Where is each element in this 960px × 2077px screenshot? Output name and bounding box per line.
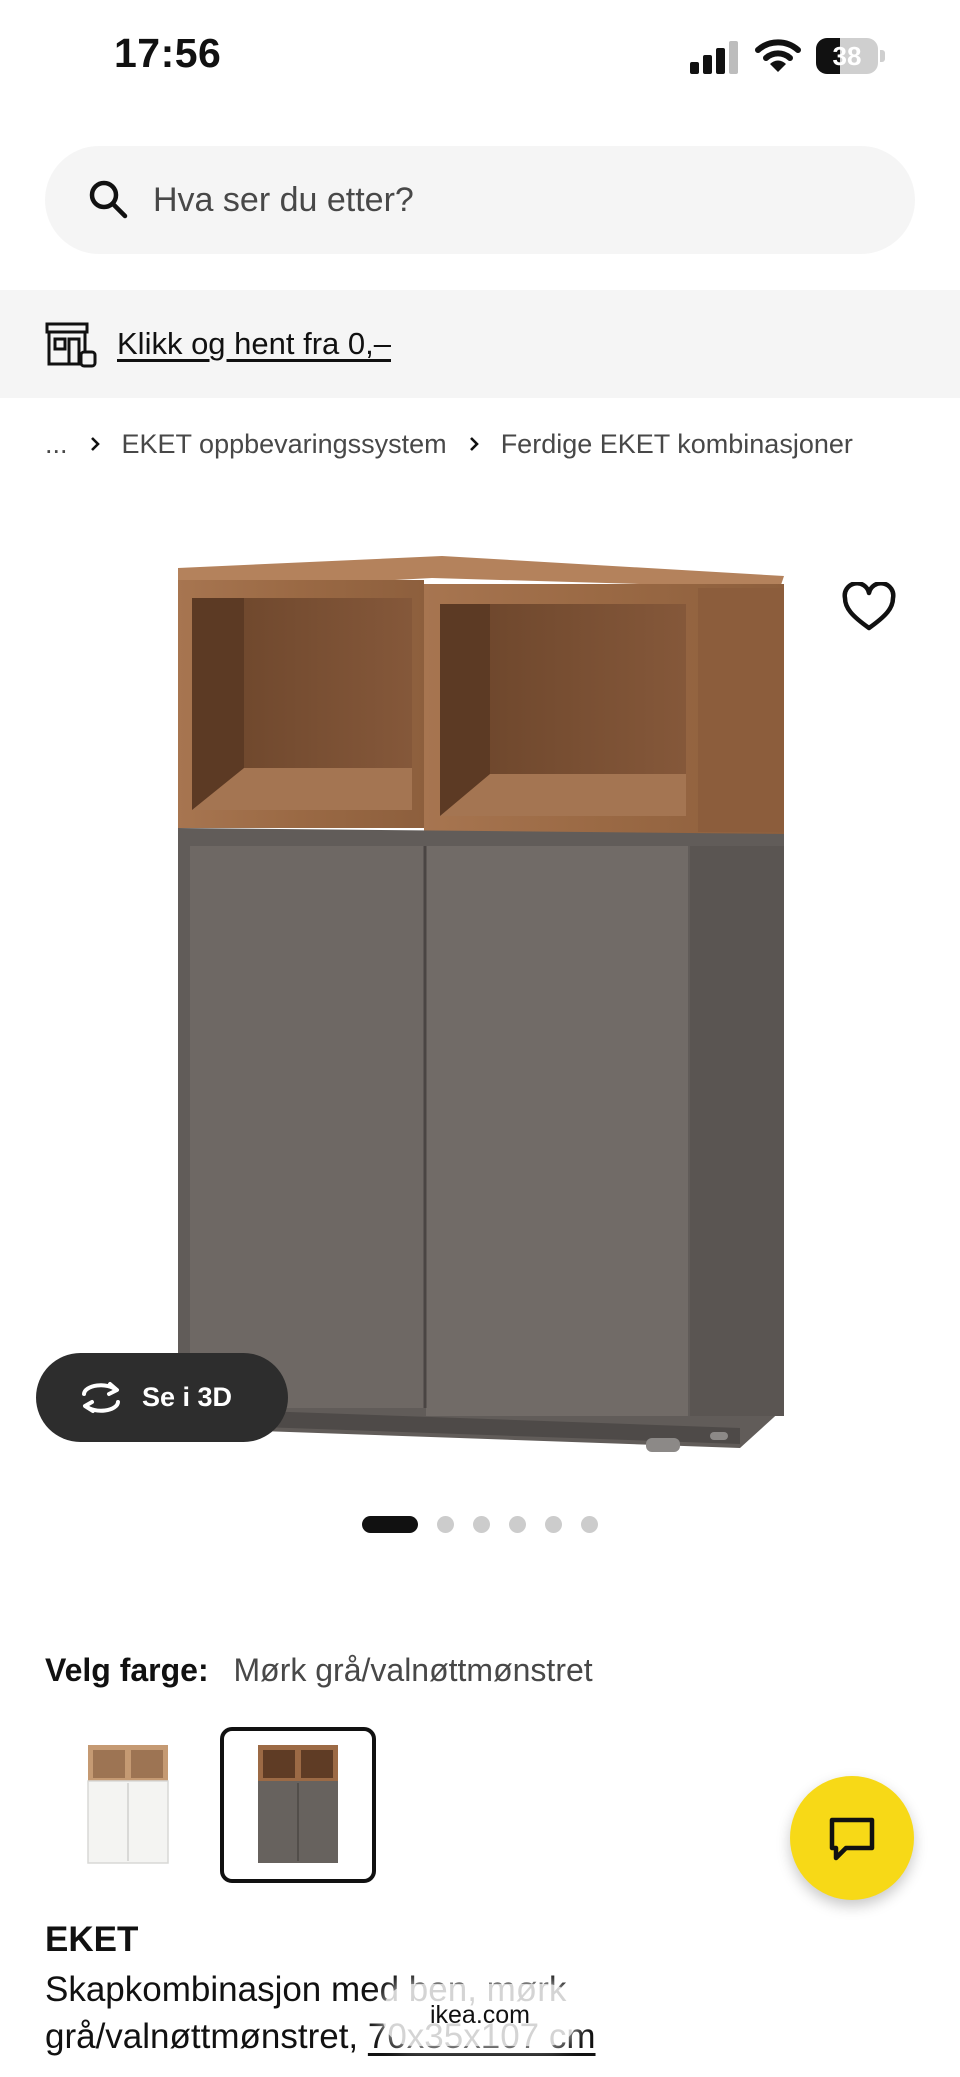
breadcrumb-eket-combinations[interactable]: Ferdige EKET kombinasjoner xyxy=(501,429,853,460)
carousel-dot[interactable] xyxy=(473,1515,490,1533)
search-input[interactable] xyxy=(153,146,873,254)
wifi-icon xyxy=(755,39,801,72)
heart-icon[interactable] xyxy=(840,582,898,634)
status-bar: 17:56 38 xyxy=(0,0,960,116)
search-icon xyxy=(89,180,128,219)
product-gallery[interactable] xyxy=(0,500,960,1490)
carousel-dot[interactable] xyxy=(509,1515,526,1533)
battery-icon: 38 xyxy=(816,38,886,74)
click-collect-link[interactable]: Klikk og hent fra 0,– xyxy=(117,290,391,398)
view-3d-label: Se i 3D xyxy=(142,1382,233,1412)
search-bar[interactable] xyxy=(45,146,915,254)
breadcrumb-eket-system[interactable]: EKET oppbevaringssystem xyxy=(122,429,447,460)
product-description-line2: grå/valnøttmønstret, xyxy=(45,2017,368,2056)
carousel-dot-active[interactable] xyxy=(362,1515,418,1533)
carousel-indicator xyxy=(362,1514,617,1534)
breadcrumb-ellipsis[interactable]: ... xyxy=(45,429,68,460)
swatch-thumbnail xyxy=(258,1745,338,1863)
carousel-dot[interactable] xyxy=(437,1515,454,1533)
chevron-right-icon xyxy=(469,437,479,451)
color-value: Mørk grå/valnøttmønstret xyxy=(233,1652,593,1688)
rotate-3d-icon xyxy=(82,1382,120,1413)
product-page: 17:56 38 Hva ser du etter? Klikk og hent… xyxy=(0,0,960,2077)
color-selector-label: Velg farge: Mørk grå/valnøttmønstret xyxy=(45,1652,593,1689)
store-icon xyxy=(45,322,97,368)
view-3d-button[interactable]: Se i 3D xyxy=(36,1353,288,1442)
carousel-dot[interactable] xyxy=(581,1515,598,1533)
color-swatch-white-walnut[interactable] xyxy=(50,1727,206,1883)
battery-level: 38 xyxy=(832,41,862,71)
status-time: 17:56 xyxy=(114,30,222,76)
chat-icon xyxy=(829,1817,875,1861)
swatch-thumbnail xyxy=(87,1745,169,1864)
color-swatch-dark-grey-walnut[interactable] xyxy=(220,1727,376,1883)
cellular-signal-icon xyxy=(690,40,740,74)
chat-button[interactable] xyxy=(790,1776,914,1900)
color-label: Velg farge: xyxy=(45,1652,209,1688)
browser-url-pill[interactable]: ikea.com xyxy=(382,1984,578,2046)
breadcrumb: ... EKET oppbevaringssystem Ferdige EKET… xyxy=(45,424,853,464)
chevron-right-icon xyxy=(90,437,100,451)
carousel-dot[interactable] xyxy=(545,1515,562,1533)
product-image[interactable] xyxy=(150,528,810,1478)
product-name: EKET xyxy=(45,1920,139,1959)
click-collect-banner: Klikk og hent fra 0,– xyxy=(0,290,960,398)
